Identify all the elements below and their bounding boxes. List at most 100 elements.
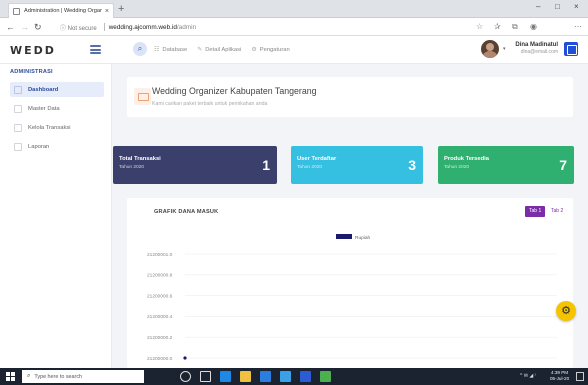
user-info[interactable]: Dina Madinatul dina@email.com [510,42,558,55]
clock[interactable]: 4:39 PM 05-Jul-20 [550,370,569,382]
browser-tab[interactable]: Administration | Wedding Organi × [8,3,114,18]
tab-1[interactable]: Tab 1 [525,206,546,217]
nav-pengaturan[interactable]: ⚙ Pengaturan [251,46,290,54]
chevron-down-icon[interactable]: ▾ [503,46,506,52]
edit-icon: ✎ [197,47,203,53]
transaction-icon [14,123,22,132]
data-point [183,356,187,360]
folder-icon [14,104,22,113]
y-tick-label: 21200000.6 [147,293,173,299]
y-tick-label: 21200001.0 [147,252,173,258]
edge-icon[interactable] [220,371,231,382]
star-icon[interactable]: ☆ [476,22,483,32]
stat-card-produk-tersedia[interactable]: Produk Tersedia Tahun 2020 7 [438,146,574,184]
stat-card-total-transaksi[interactable]: Total Transaksi Tahun 2020 1 [113,146,277,184]
word-icon[interactable] [300,371,311,382]
sidebar-item-master-data[interactable]: Master Data [10,101,104,116]
stat-title: Total Transaksi [119,156,161,162]
brand-logo[interactable]: WEDD [10,44,56,57]
welcome-card: Wedding Organizer Kabupaten Tangerang Ka… [127,77,573,117]
tab-title: Administration | Wedding Organi [24,8,102,14]
legend-swatch [336,234,352,239]
reload-button[interactable]: ↻ [34,21,42,33]
search-icon: ⌕ [27,373,31,379]
profile-icon[interactable]: ◉ [530,22,537,32]
settings-icon: ⚙ [251,47,257,53]
nav-database[interactable]: ☷ Database [154,46,188,54]
minimize-button[interactable]: – [536,2,540,11]
stat-subtitle: Tahun 2020 [119,165,145,170]
sidebar-item-laporan[interactable]: Laporan [10,139,104,154]
stat-subtitle: Tahun 2020 [297,165,323,170]
system-tray[interactable]: ^ ✉ ◢ ⁾ [520,373,536,379]
chart-card: GRAFIK DANA MASUK Tab 1 Tab 2 Rupiah 2120… [127,198,573,368]
monitor-icon [134,88,151,105]
url-path: /admin [176,23,197,31]
nav-label: Detail Aplikasi [205,46,242,53]
report-icon [14,142,22,151]
income-chart: Rupiah 21200001.0 21200000.8 21200000.6 2120… [147,234,557,362]
forward-button[interactable]: → [20,21,29,33]
user-menu-button[interactable] [564,42,578,56]
taskbar-search[interactable]: ⌕ Type here to search [22,370,144,383]
more-icon[interactable]: ⋯ [574,22,582,32]
sidebar-item-label: Master Data [28,105,60,112]
taskbar: ⌕ Type here to search ^ ✉ ◢ ⁾ 4:39 PM 05… [0,368,588,385]
stat-value: 1 [262,157,270,173]
mail-icon[interactable] [280,371,291,382]
page-icon [13,7,20,15]
url-divider [103,23,105,31]
chart-card-title: GRAFIK DANA MASUK [154,209,219,215]
browser-nav-bar: ← → ↻ ⓘ Not secure wedding.ajcomm.web.id… [0,18,588,36]
app-header: WEDD ⌕ ☷ Database ✎ Detail Aplikasi ⚙ Pe… [0,36,588,64]
sheets-icon[interactable] [320,371,331,382]
menu-toggle-icon[interactable] [90,45,101,54]
search-icon[interactable]: ⌕ [133,42,147,56]
task-view-icon[interactable] [200,371,211,382]
sidebar-item-label: Kelola Transaksi [28,124,71,131]
close-window-button[interactable]: × [574,2,579,11]
welcome-title: Wedding Organizer Kabupaten Tangerang [152,86,317,96]
tab-close-icon[interactable]: × [105,8,109,15]
nav-label: Database [162,46,188,53]
browser-tab-bar: Administration | Wedding Organi × + – □ … [0,0,588,18]
file-explorer-icon[interactable] [240,371,251,382]
y-tick-label: 21200000.8 [147,273,173,279]
nav-label: Pengaturan [259,46,290,53]
favorites-icon[interactable]: ✰ [494,22,501,32]
sidebar-item-dashboard[interactable]: Dashboard [10,82,104,97]
sidebar: ADMINISTRASI Dashboard Master Data Kelol… [0,64,112,368]
cortana-icon[interactable] [180,371,191,382]
maximize-button[interactable]: □ [555,2,560,11]
store-icon[interactable] [260,371,271,382]
database-icon: ☷ [154,47,160,53]
welcome-subtitle: Kami carikan paket terbaik untuk pernika… [152,101,268,107]
y-tick-label: 21200000.0 [147,356,173,362]
avatar[interactable] [481,40,499,58]
top-nav: ☷ Database ✎ Detail Aplikasi ⚙ Pengatura… [154,46,290,54]
stat-value: 7 [559,157,567,173]
y-tick-label: 21200000.4 [147,314,173,320]
taskbar-search-placeholder: Type here to search [34,373,83,380]
y-tick-label: 21200000.2 [147,335,173,341]
sidebar-item-kelola-transaksi[interactable]: Kelola Transaksi [10,120,104,135]
new-tab-button[interactable]: + [118,3,124,15]
sidebar-item-label: Dashboard [28,86,59,93]
user-email: dina@email.com [520,49,558,55]
not-secure-indicator[interactable]: ⓘ Not secure [60,23,97,32]
tab-2[interactable]: Tab 2 [547,206,567,217]
clock-date: 05-Jul-20 [550,376,570,381]
notification-icon[interactable] [576,372,584,381]
user-name: Dina Madinatul [515,42,558,48]
windows-start-icon[interactable] [6,372,15,381]
stat-card-user-terdaftar[interactable]: User Terdaftar Tahun 2020 3 [291,146,423,184]
stat-title: User Terdaftar [297,156,337,162]
dashboard-icon [14,85,22,94]
back-button[interactable]: ← [6,21,15,33]
stat-value: 3 [408,157,416,173]
address-bar[interactable]: ⓘ Not secure wedding.ajcomm.web.id /admi… [60,21,196,33]
nav-detail-aplikasi[interactable]: ✎ Detail Aplikasi [197,46,242,54]
collections-icon[interactable]: ⧉ [512,22,518,32]
settings-fab-icon[interactable]: ⚙ [556,301,576,321]
sidebar-heading: ADMINISTRASI [10,69,53,75]
